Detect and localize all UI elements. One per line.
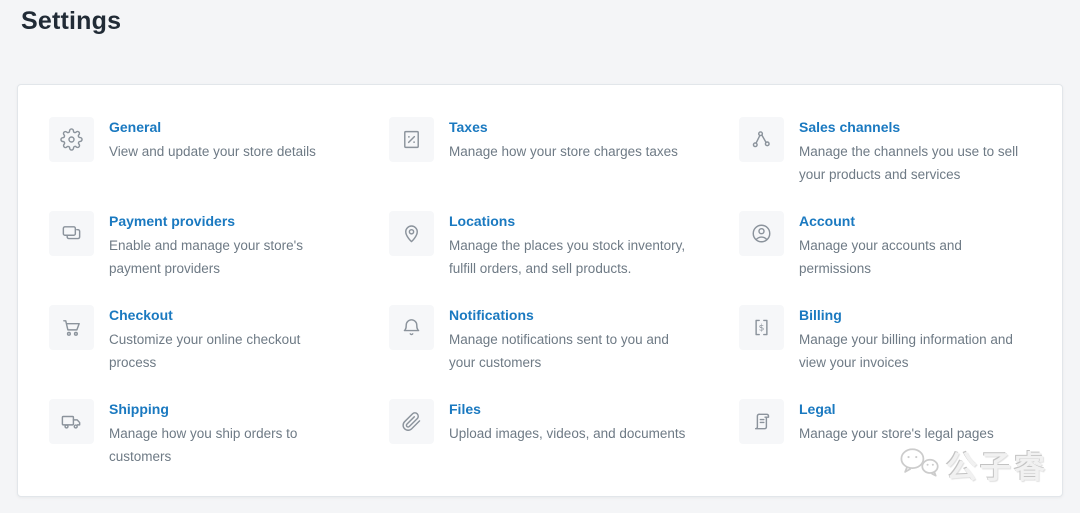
settings-link-general[interactable]: General (109, 119, 161, 135)
settings-item-files: Files Upload images, videos, and documen… (389, 399, 739, 493)
sales-channels-icon (750, 128, 773, 151)
settings-link-notifications[interactable]: Notifications (449, 307, 534, 323)
payment-cards-icon (60, 222, 83, 245)
item-icon-box (389, 399, 434, 444)
legal-scroll-icon (750, 410, 773, 433)
item-icon-box (49, 211, 94, 256)
item-icon-box: $ (739, 305, 784, 350)
item-icon-box (49, 399, 94, 444)
settings-item-payment-providers: Payment providers Enable and manage your… (49, 211, 389, 305)
settings-description: Manage how you ship orders to customers (109, 426, 298, 464)
settings-link-checkout[interactable]: Checkout (109, 307, 173, 323)
taxes-percent-icon (400, 128, 423, 151)
settings-item-locations: Locations Manage the places you stock in… (389, 211, 739, 305)
item-icon-box (739, 117, 784, 162)
cart-icon (60, 316, 83, 339)
item-icon-box (739, 399, 784, 444)
location-pin-icon (400, 222, 423, 245)
settings-grid: General View and update your store detai… (18, 85, 1062, 493)
paperclip-icon (400, 410, 423, 433)
settings-card: General View and update your store detai… (17, 84, 1063, 497)
page-title: Settings (21, 7, 122, 35)
settings-description: View and update your store details (109, 144, 316, 159)
gear-icon (60, 128, 83, 151)
settings-link-payment-providers[interactable]: Payment providers (109, 213, 235, 229)
settings-link-billing[interactable]: Billing (799, 307, 842, 323)
settings-item-sales-channels: Sales channels Manage the channels you u… (739, 117, 1042, 211)
settings-link-locations[interactable]: Locations (449, 213, 515, 229)
bell-icon (400, 316, 423, 339)
settings-link-files[interactable]: Files (449, 401, 481, 417)
settings-link-account[interactable]: Account (799, 213, 855, 229)
settings-description: Manage how your store charges taxes (449, 144, 678, 159)
settings-item-legal: Legal Manage your store's legal pages (739, 399, 1042, 493)
settings-description: Manage your accounts and permissions (799, 238, 962, 276)
settings-description: Enable and manage your store's payment p… (109, 238, 303, 276)
settings-description: Manage your store's legal pages (799, 426, 994, 441)
settings-description: Manage the places you stock inventory, f… (449, 238, 686, 276)
settings-description: Upload images, videos, and documents (449, 426, 686, 441)
item-icon-box (389, 211, 434, 256)
settings-item-account: Account Manage your accounts and permiss… (739, 211, 1042, 305)
settings-item-billing: $ Billing Manage your billing informatio… (739, 305, 1042, 399)
settings-link-sales-channels[interactable]: Sales channels (799, 119, 900, 135)
settings-item-notifications: Notifications Manage notifications sent … (389, 305, 739, 399)
item-icon-box (49, 117, 94, 162)
item-icon-box (389, 117, 434, 162)
truck-icon (60, 410, 83, 433)
settings-item-general: General View and update your store detai… (49, 117, 389, 211)
settings-description: Manage notifications sent to you and you… (449, 332, 669, 370)
settings-description: Manage the channels you use to sell your… (799, 144, 1019, 182)
account-person-icon (750, 222, 773, 245)
billing-receipt-icon: $ (750, 316, 773, 339)
settings-item-taxes: Taxes Manage how your store charges taxe… (389, 117, 739, 211)
item-icon-box (389, 305, 434, 350)
settings-item-shipping: Shipping Manage how you ship orders to c… (49, 399, 389, 493)
item-icon-box (739, 211, 784, 256)
settings-link-legal[interactable]: Legal (799, 401, 836, 417)
item-icon-box (49, 305, 94, 350)
svg-text:$: $ (759, 324, 765, 334)
settings-item-checkout: Checkout Customize your online checkout … (49, 305, 389, 399)
settings-link-taxes[interactable]: Taxes (449, 119, 488, 135)
settings-description: Customize your online checkout process (109, 332, 301, 370)
settings-link-shipping[interactable]: Shipping (109, 401, 169, 417)
settings-description: Manage your billing information and view… (799, 332, 1013, 370)
